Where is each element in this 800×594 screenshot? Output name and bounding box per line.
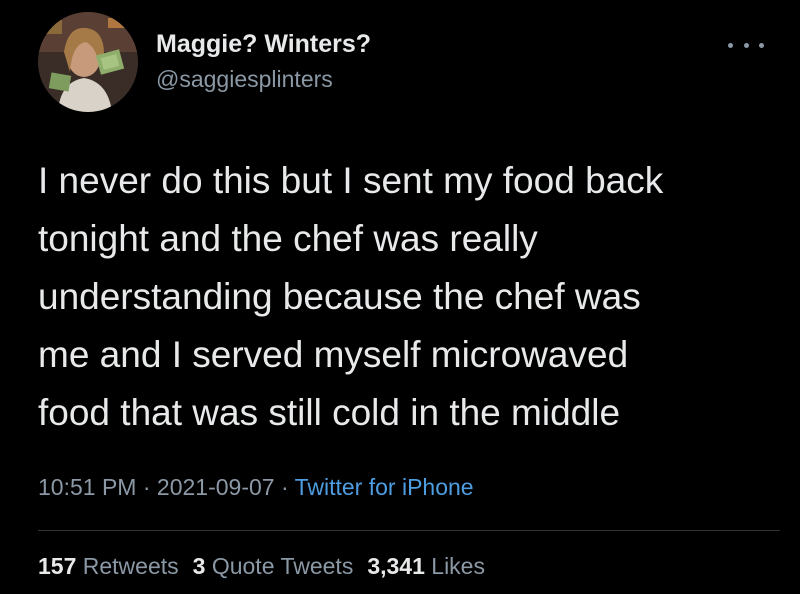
likes-stat[interactable]: 3,341 Likes bbox=[367, 553, 485, 579]
retweets-label: Retweets bbox=[82, 553, 179, 579]
tweet: Maggie? Winters? @saggiesplinters I neve… bbox=[0, 0, 800, 594]
avatar-photo bbox=[38, 12, 138, 112]
tweet-text-line: tonight and the chef was really bbox=[38, 218, 538, 259]
quote-tweets-stat[interactable]: 3 Quote Tweets bbox=[193, 553, 354, 579]
likes-count: 3,341 bbox=[367, 553, 425, 579]
tweet-source-link[interactable]: Twitter for iPhone bbox=[295, 474, 474, 500]
tweet-text-line: understanding because the chef was bbox=[38, 276, 641, 317]
meta-separator: · bbox=[280, 474, 289, 500]
tweet-date[interactable]: 2021-09-07 bbox=[157, 474, 275, 500]
likes-label: Likes bbox=[431, 553, 485, 579]
more-horizontal-icon[interactable] bbox=[728, 38, 764, 52]
tweet-time[interactable]: 10:51 PM bbox=[38, 474, 136, 500]
tweet-stats: 157 Retweets 3 Quote Tweets 3,341 Likes bbox=[38, 553, 485, 580]
quote-tweets-label: Quote Tweets bbox=[211, 553, 354, 579]
meta-separator: · bbox=[142, 474, 151, 500]
author-handle[interactable]: @saggiesplinters bbox=[156, 66, 333, 93]
divider bbox=[38, 530, 780, 531]
quote-tweets-count: 3 bbox=[192, 553, 206, 579]
avatar[interactable] bbox=[38, 12, 138, 112]
tweet-text: I never do this but I sent my food back … bbox=[38, 152, 778, 442]
retweets-count: 157 bbox=[38, 553, 77, 579]
dot bbox=[759, 42, 764, 48]
dot bbox=[743, 42, 749, 48]
author-display-name[interactable]: Maggie? Winters? bbox=[156, 30, 371, 59]
dot bbox=[728, 42, 733, 48]
tweet-text-line: I never do this but I sent my food back bbox=[38, 160, 664, 201]
retweets-stat[interactable]: 157 Retweets bbox=[38, 553, 179, 579]
tweet-text-line: me and I served myself microwaved bbox=[38, 334, 629, 375]
tweet-text-line: food that was still cold in the middle bbox=[38, 392, 621, 433]
tweet-metadata: 10:51 PM · 2021-09-07 · Twitter for iPho… bbox=[38, 474, 474, 501]
